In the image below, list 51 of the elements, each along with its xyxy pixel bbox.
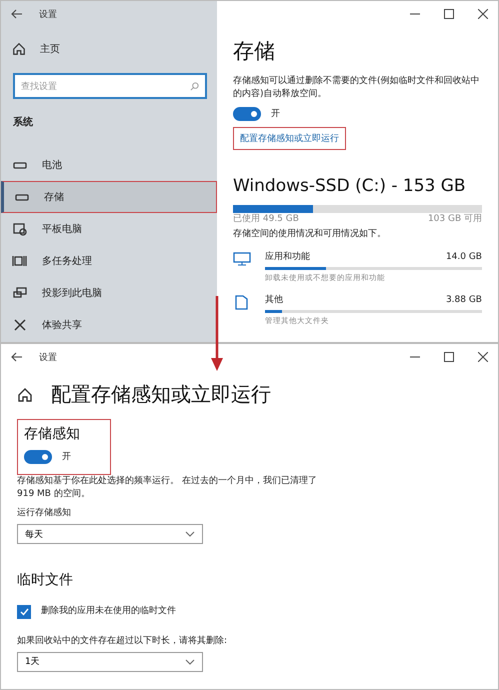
checkmark-icon [20,608,28,616]
monitor-icon [233,250,251,267]
chevron-down-icon [185,658,195,665]
back-arrow-icon[interactable] [11,9,23,19]
page-heading: 配置存储感知或立即运行 [51,381,271,408]
section-heading: 临时文件 [17,571,74,590]
maximize-icon[interactable] [444,352,454,362]
close-icon[interactable] [478,9,488,19]
description: 存储感知基于你在此处选择的频率运行。 在过去的一个月中，我们已清理了 919 MB 的空间。 [17,475,318,502]
description: 存储感知可以通过删除不需要的文件(例如临时文件和回收站中的内容)自动释放空间。 [233,75,481,102]
free-label: 103 GB 可用 [428,212,482,226]
sidebar-item[interactable]: 投影到此电脑 [1,277,217,309]
checkbox-label: 删除我的应用未在使用的临时文件 [41,605,176,618]
category-size: 3.88 GB [446,294,482,307]
settings-link[interactable]: 配置存储感知或立即运行 [233,127,346,150]
window-title: 设置 [39,352,57,364]
toggle-label: 开 [271,108,280,121]
sidebar-item[interactable]: 多任务处理 [1,245,217,277]
category-name[interactable]: 其他 [265,294,283,307]
frequency-dropdown[interactable]: 每天 [17,524,203,544]
category-name[interactable]: 应用和功能 [265,250,310,264]
section-heading: 存储感知 [24,425,80,444]
toggle-switch[interactable] [233,107,261,122]
toggle-switch[interactable] [24,450,52,464]
maximize-icon[interactable] [444,9,454,19]
chevron-down-icon [185,531,195,538]
search-icon [190,82,199,90]
cross-icon [12,317,28,333]
back-arrow-icon[interactable] [11,352,23,362]
field-label: 如果回收站中的文件存在超过以下时长，请将其删除: [17,634,228,648]
drive-title: Windows-SSD (C:) - 153 GB [233,175,467,198]
checkbox[interactable] [17,604,31,619]
close-icon[interactable] [478,352,488,362]
home-nav-item[interactable]: 主页 [1,33,217,65]
sidebar-item[interactable]: 电池 [1,149,217,181]
window-title: 设置 [39,8,57,20]
usage-note: 存储空间的使用情况和可用情况如下。 [233,228,387,241]
sidebar-item[interactable]: 存储 [1,181,217,213]
field-label: 运行存储感知 [17,507,72,520]
multitask-icon [12,253,28,269]
sidebar-item[interactable]: 平板电脑 [1,213,217,245]
toggle-label: 开 [62,450,71,464]
section-label: 系统 [12,116,34,130]
duration-dropdown[interactable]: 1天 [17,652,203,672]
page-heading: 存储 [233,38,276,65]
used-label: 已使用 49.5 GB [233,212,299,226]
sidebar-item[interactable]: 体验共享 [1,309,217,341]
home-icon [12,42,26,56]
tablet-icon [12,221,28,237]
home-icon [17,386,33,402]
category-size: 14.0 GB [446,250,482,264]
